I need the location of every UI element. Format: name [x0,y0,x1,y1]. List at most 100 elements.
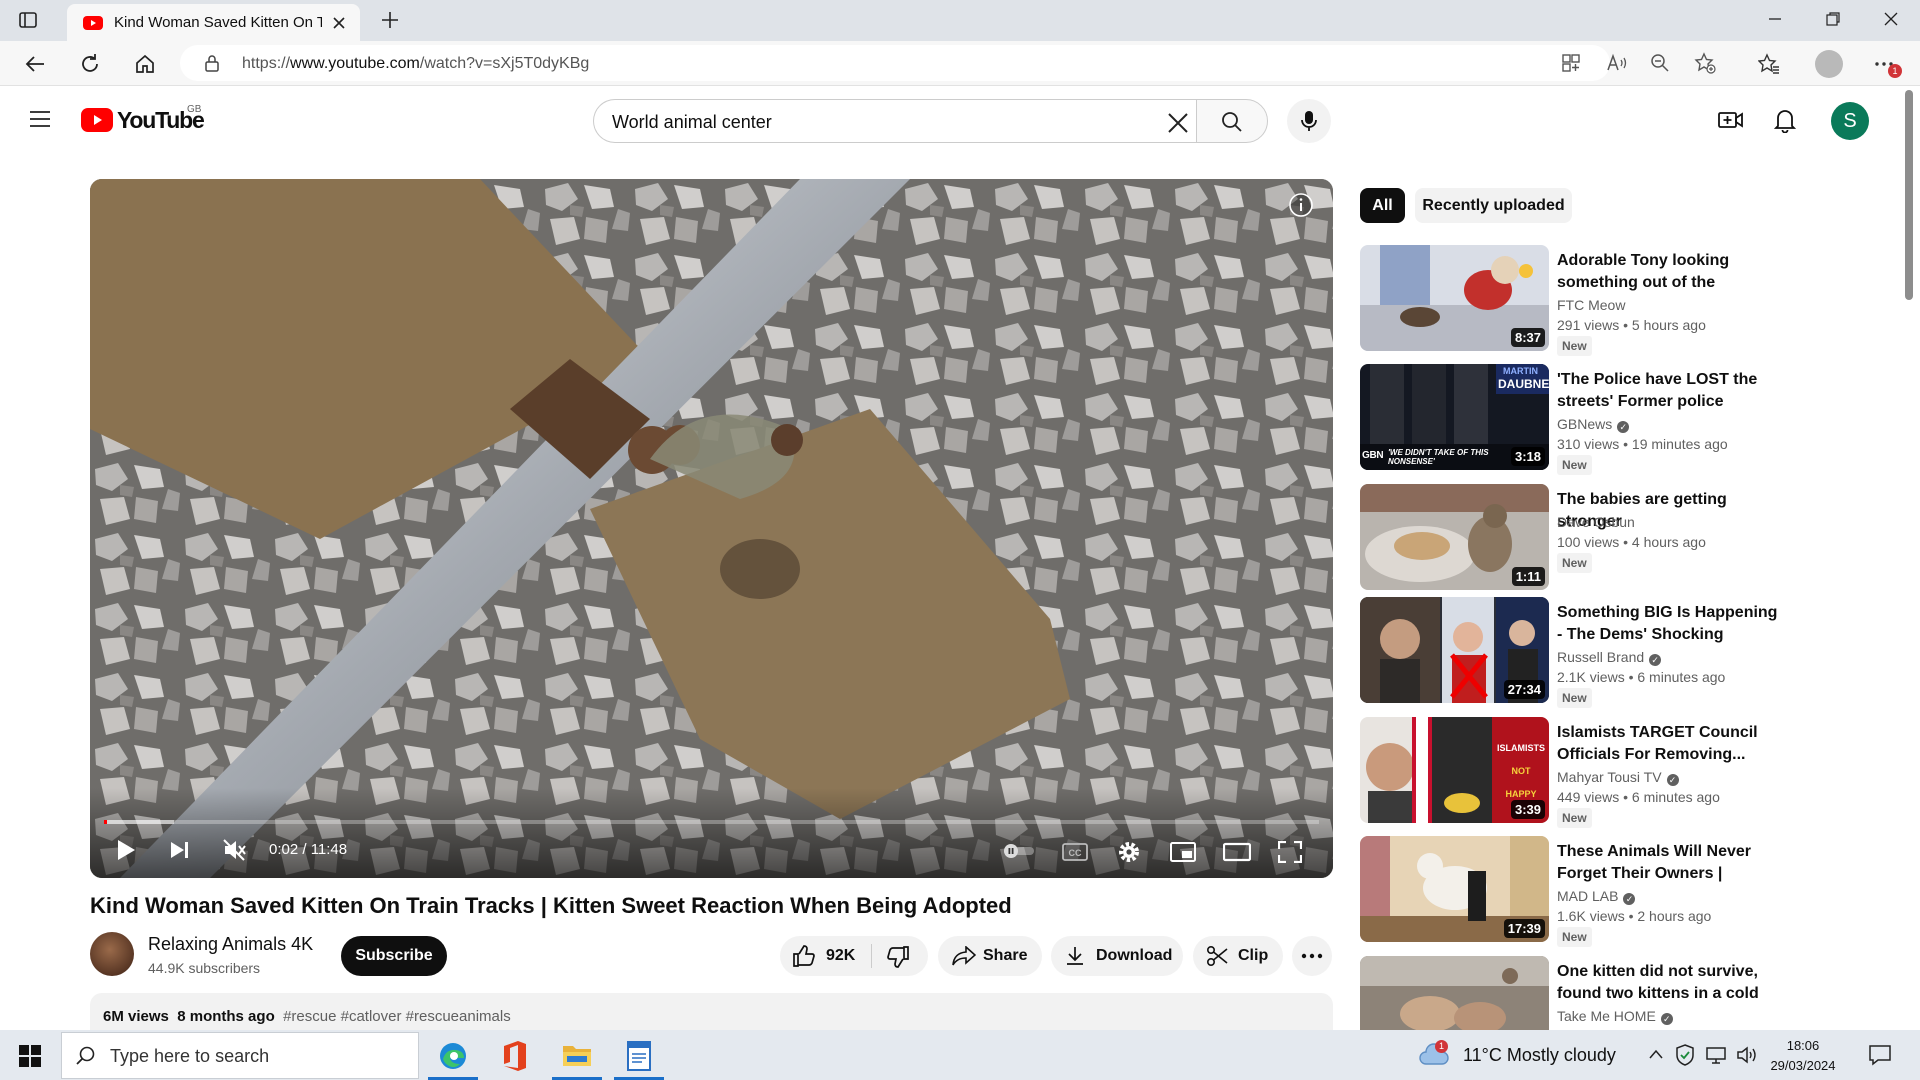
page-scrollbar[interactable] [1905,90,1913,300]
create-video-icon[interactable] [1718,108,1744,132]
video-thumbnail[interactable] [1360,956,1549,1030]
youtube-favicon-icon [83,16,103,30]
taskbar-file-explorer[interactable] [548,1034,606,1080]
search-button[interactable] [1196,99,1268,143]
volume-icon[interactable] [1736,1045,1758,1065]
windows-start-icon[interactable] [19,1045,41,1067]
back-icon[interactable] [24,53,46,75]
security-shield-icon[interactable] [1675,1044,1695,1066]
video-info-icon[interactable] [1289,193,1313,217]
zoom-icon[interactable] [1650,53,1670,73]
taskbar-notepad[interactable] [610,1034,668,1080]
read-aloud-icon[interactable] [1606,53,1628,73]
rec-meta: 1.6K views • 2 hours ago [1557,908,1712,924]
download-button[interactable]: Download [1051,936,1183,976]
rec-title[interactable]: Islamists TARGET Council Officials For R… [1557,722,1787,766]
clip-button[interactable]: Clip [1193,936,1283,976]
taskbar-office[interactable] [486,1034,544,1078]
chip-all[interactable]: All [1360,188,1405,223]
network-icon[interactable] [1705,1046,1727,1064]
chip-recently-uploaded[interactable]: Recently uploaded [1415,188,1572,223]
favorites-icon[interactable] [1758,53,1780,75]
rec-title[interactable]: 'The Police have LOST the streets' Forme… [1557,369,1787,413]
profile-avatar-icon[interactable] [1815,50,1843,78]
close-window-icon[interactable] [1883,11,1899,27]
video-thumbnail[interactable]: 27:34 [1360,597,1549,703]
progress-bar[interactable] [104,820,1319,824]
share-button[interactable]: Share [938,936,1042,976]
video-thumbnail[interactable]: 17:39 [1360,836,1549,942]
rec-channel[interactable]: GBNews ✓ [1557,416,1630,433]
next-icon[interactable] [170,841,190,859]
video-thumbnail[interactable]: ISLAMISTS NOT HAPPY 3:39 [1360,717,1549,823]
settings-gear-icon[interactable] [1117,840,1141,864]
more-actions-button[interactable] [1292,936,1332,976]
restore-icon[interactable] [1825,11,1841,27]
lock-icon[interactable] [204,54,220,72]
recommended-video-6[interactable]: 17:39 These Animals Will Never Forget Th… [1360,836,1760,947]
refresh-icon[interactable] [79,53,101,75]
channel-avatar[interactable] [90,932,134,976]
rec-title[interactable]: One kitten did not survive, we found two… [1557,961,1760,1005]
notifications-bell-icon[interactable] [1774,107,1796,133]
minimize-icon[interactable] [1767,11,1783,27]
video-thumbnail[interactable]: 8:37 [1360,245,1549,351]
taskbar-search-box[interactable]: Type here to search [61,1032,419,1079]
fullscreen-icon[interactable] [1278,841,1302,863]
address-bar[interactable]: https://www.youtube.com/watch?v=sXj5T0dy… [180,45,1716,81]
tab-close-icon[interactable] [332,16,346,30]
miniplayer-icon[interactable] [1170,841,1196,863]
recommended-video-4[interactable]: 27:34 Something BIG Is Happening - The D… [1360,597,1777,708]
action-center-icon[interactable] [1868,1044,1892,1066]
weather-text[interactable]: 11°C Mostly cloudy [1463,1045,1616,1066]
taskbar-clock[interactable]: 18:06 29/03/2024 [1760,1036,1846,1076]
description-box[interactable]: 6M views 8 months ago #rescue #catlover … [90,993,1333,1033]
subtitles-icon[interactable]: CC [1062,842,1088,862]
hamburger-menu-icon[interactable] [29,110,51,128]
channel-name[interactable]: Relaxing Animals 4K [148,934,313,955]
autoplay-toggle[interactable] [1002,843,1036,859]
dislike-icon[interactable] [886,946,910,968]
rec-title[interactable]: Adorable Tony looking something out of t… [1557,250,1787,294]
recommended-video-3[interactable]: 1:11 The babies are getting stronger Dav… [1360,484,1760,594]
hashtags[interactable]: #rescue #catlover #rescueanimals [283,1008,511,1025]
new-tab-icon[interactable] [380,10,400,30]
voice-search-button[interactable] [1287,99,1331,143]
rec-title[interactable]: These Animals Will Never Forget Their Ow… [1557,841,1787,885]
rec-channel[interactable]: Russell Brand ✓ [1557,649,1662,666]
rec-channel[interactable]: Mahyar Tousi TV ✓ [1557,769,1679,786]
like-icon[interactable] [792,945,816,967]
rec-channel[interactable]: Dave Osbun [1557,514,1635,530]
browser-tab-active[interactable]: Kind Woman Saved Kitten On T [67,4,360,41]
account-avatar[interactable]: S [1831,102,1869,140]
rec-title[interactable]: Something BIG Is Happening - The Dems' S… [1557,602,1787,646]
video-thumbnail[interactable]: MARTIN DAUBNEY GBN 'WE DIDN'T TAKE OF TH… [1360,364,1549,470]
muted-volume-icon[interactable] [223,839,247,861]
gb-news-logo: GBN [1362,450,1384,461]
add-favorite-icon[interactable] [1694,52,1716,74]
home-icon[interactable] [134,53,156,75]
recommended-video-7[interactable]: One kitten did not survive, we found two… [1360,956,1760,1030]
video-frame [90,179,1333,878]
video-player[interactable]: 0:02 / 11:48 CC [90,179,1333,878]
app-available-icon[interactable] [1561,53,1581,73]
video-thumbnail[interactable]: 1:11 [1360,484,1549,590]
subscribe-button[interactable]: Subscribe [341,936,447,976]
play-icon[interactable] [116,839,136,861]
recommended-video-1[interactable]: 8:37 Adorable Tony looking something out… [1360,245,1760,356]
rec-channel[interactable]: FTC Meow [1557,297,1625,313]
clear-search-icon[interactable] [1167,112,1189,134]
theater-mode-icon[interactable] [1223,842,1251,862]
recommended-video-2[interactable]: MARTIN DAUBNEY GBN 'WE DIDN'T TAKE OF TH… [1360,364,1760,475]
search-input[interactable]: World animal center [593,99,1197,143]
like-count[interactable]: 92K [826,947,855,965]
tab-actions-icon[interactable] [18,10,38,30]
clip-label: Clip [1238,947,1269,964]
recommended-video-5[interactable]: ISLAMISTS NOT HAPPY 3:39 Islamists TARGE… [1360,717,1760,828]
rec-channel[interactable]: MAD LAB ✓ [1557,888,1636,905]
taskbar-edge[interactable] [424,1034,482,1080]
rec-channel[interactable]: Take Me HOME ✓ [1557,1008,1673,1025]
youtube-logo[interactable] [81,108,113,132]
description-meta: 6M views 8 months ago #rescue #catlover … [103,1008,511,1025]
show-hidden-icons-chevron-icon[interactable] [1648,1048,1664,1060]
